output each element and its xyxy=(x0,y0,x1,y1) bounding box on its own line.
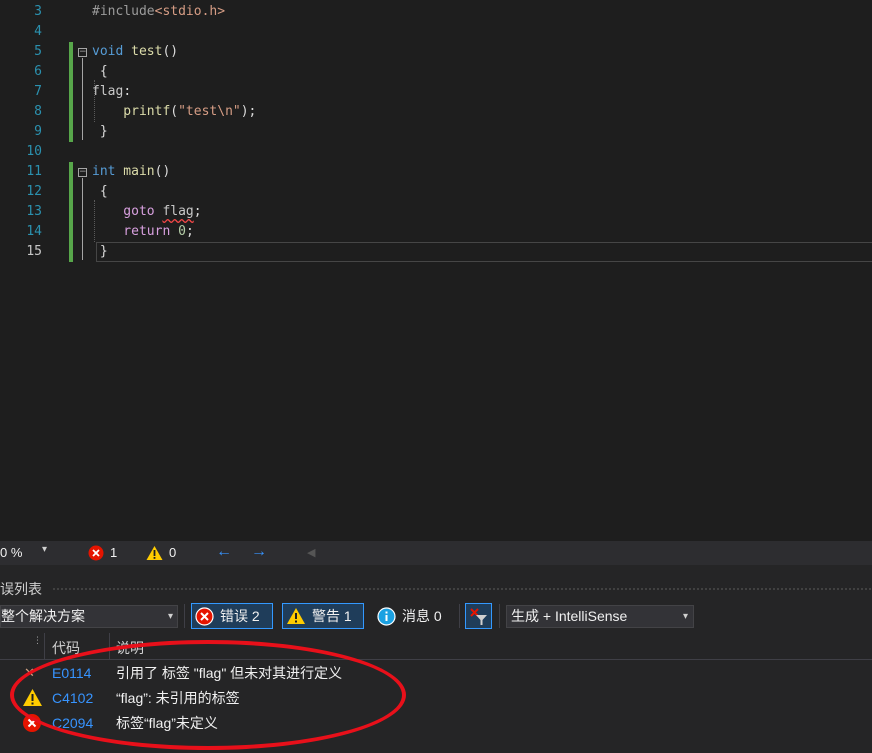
code-text: { xyxy=(92,182,108,202)
code-token: main xyxy=(115,164,155,179)
code-line[interactable]: 15 } xyxy=(0,242,872,262)
code-text: } xyxy=(92,242,108,262)
code-token: ; xyxy=(193,204,202,219)
code-line[interactable]: 7 flag: xyxy=(0,82,872,102)
code-token: test xyxy=(123,44,163,59)
code-line[interactable]: 8 printf("test\n"); xyxy=(0,102,872,122)
scope-value: 整个解决方案 xyxy=(1,608,85,624)
toolbar-separator xyxy=(499,604,500,628)
code-token: printf xyxy=(92,104,171,119)
source-dropdown[interactable]: 生成 + IntelliSense ▾ xyxy=(506,605,694,628)
code-token: : xyxy=(123,84,132,99)
nav-back-icon[interactable]: ← xyxy=(216,543,232,561)
code-text: #include<stdio.h> xyxy=(92,2,225,22)
panel-title-grip[interactable] xyxy=(52,587,872,591)
line-number: 5 xyxy=(34,44,42,59)
code-text: void test() xyxy=(92,42,178,62)
code-text: printf("test\n"); xyxy=(92,102,256,122)
line-number: 8 xyxy=(34,104,42,119)
line-number: 15 xyxy=(26,244,42,259)
code-text: return 0; xyxy=(92,222,194,242)
code-text: } xyxy=(92,122,108,142)
code-line[interactable]: 14 return 0; xyxy=(0,222,872,242)
line-number: 7 xyxy=(34,84,42,99)
messages-filter-button[interactable]: 消息 0 xyxy=(373,603,455,629)
code-text: int main() xyxy=(92,162,170,182)
info-icon xyxy=(377,607,396,626)
warnings-filter-label: 警告 1 xyxy=(312,608,352,624)
line-number: 4 xyxy=(34,24,42,39)
error-icon[interactable] xyxy=(88,545,104,561)
zoom-dropdown-icon[interactable]: ▾ xyxy=(42,544,47,555)
code-token: "test\n" xyxy=(178,104,241,119)
editor-status-bar: 0 % ▾ 1 0 ← → ◀ xyxy=(0,541,872,565)
code-token: return xyxy=(92,224,171,239)
code-token: () xyxy=(162,44,179,59)
line-number: 3 xyxy=(34,4,42,19)
code-line[interactable]: 5 void test() xyxy=(0,42,872,62)
code-token: goto xyxy=(92,204,155,219)
zoom-level[interactable]: 0 % xyxy=(0,545,22,560)
line-number: 6 xyxy=(34,64,42,79)
code-token: flag xyxy=(162,204,194,219)
code-token: ( xyxy=(170,104,179,119)
scope-dropdown[interactable]: 整个解决方案 ▾ xyxy=(0,605,178,628)
column-divider xyxy=(44,633,45,659)
code-line[interactable]: 4 xyxy=(0,22,872,42)
warning-count[interactable]: 0 xyxy=(169,545,176,560)
scroll-left-icon[interactable]: ◀ xyxy=(307,546,315,559)
code-line[interactable]: 13 goto flag; xyxy=(0,202,872,222)
error-count[interactable]: 1 xyxy=(110,545,117,560)
code-token: { xyxy=(92,64,108,79)
code-line[interactable]: 9 } xyxy=(0,122,872,142)
source-value: 生成 + IntelliSense xyxy=(511,608,628,624)
code-token: 0 xyxy=(178,224,186,239)
warnings-filter-button[interactable]: 警告 1 xyxy=(282,603,364,629)
line-number: 11 xyxy=(26,164,42,179)
messages-filter-label: 消息 0 xyxy=(402,608,442,624)
line-number: 14 xyxy=(26,224,42,239)
nav-forward-icon[interactable]: → xyxy=(251,543,267,561)
filter-icon[interactable]: ⋮ xyxy=(33,635,42,646)
line-number: 12 xyxy=(26,184,42,199)
code-token: ; xyxy=(185,224,194,239)
warning-icon xyxy=(287,608,305,624)
code-token: } xyxy=(92,244,108,259)
toolbar-separator xyxy=(459,604,460,628)
code-text: flag: xyxy=(92,82,131,102)
error-icon xyxy=(195,607,214,626)
warning-icon[interactable] xyxy=(146,545,163,561)
code-editor[interactable]: − − 3 #include<stdio.h> 4 5 void test() 6 {7 f… xyxy=(0,0,872,541)
code-token: ); xyxy=(240,104,257,119)
code-token: { xyxy=(92,184,108,199)
code-line[interactable]: 6 { xyxy=(0,62,872,82)
clear-filter-button[interactable] xyxy=(465,603,492,629)
line-number: 9 xyxy=(34,124,42,139)
toolbar-separator xyxy=(184,604,185,628)
clear-filter-icon xyxy=(470,608,487,625)
code-token: () xyxy=(154,164,171,179)
code-token: #include xyxy=(92,4,155,19)
line-number: 13 xyxy=(26,204,42,219)
code-token: int xyxy=(92,164,116,179)
errors-filter-label: 错误 2 xyxy=(220,608,260,624)
red-annotation-oval xyxy=(10,640,406,750)
code-token: flag xyxy=(92,84,124,99)
code-line[interactable]: 12 { xyxy=(0,182,872,202)
code-line[interactable]: 3 #include<stdio.h> xyxy=(0,2,872,22)
line-number: 10 xyxy=(26,144,42,159)
code-text: { xyxy=(92,62,108,82)
code-text: goto flag; xyxy=(92,202,202,222)
code-token: <stdio.h> xyxy=(154,4,226,19)
code-token: void xyxy=(92,44,124,59)
code-line[interactable]: 10 xyxy=(0,142,872,162)
code-line[interactable]: 11 int main() xyxy=(0,162,872,182)
errors-filter-button[interactable]: 错误 2 xyxy=(191,603,273,629)
chevron-down-icon: ▾ xyxy=(167,611,173,622)
chevron-down-icon: ▾ xyxy=(682,611,688,622)
panel-title: 误列表 xyxy=(0,581,42,597)
code-token: } xyxy=(92,124,108,139)
